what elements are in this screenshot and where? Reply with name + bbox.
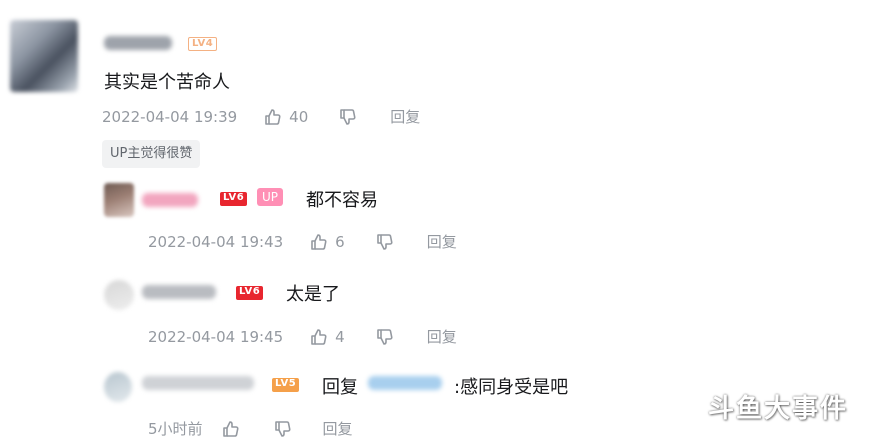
like-button[interactable]: 4	[309, 327, 345, 347]
username-blurred[interactable]	[142, 285, 216, 299]
reply-button[interactable]: 回复	[390, 106, 420, 127]
reply-time: 2022-04-04 19:43	[148, 232, 284, 251]
reply-time: 5小时前	[148, 420, 203, 438]
dislike-button[interactable]	[273, 419, 293, 439]
thumb-down-icon	[274, 420, 291, 437]
thumb-up-icon	[265, 108, 281, 125]
reply-text: 都不容易	[306, 190, 378, 211]
thumb-up-icon	[311, 328, 327, 345]
comment-text: 其实是个苦命人	[104, 72, 230, 93]
avatar[interactable]	[104, 280, 134, 310]
like-button[interactable]: 6	[309, 232, 345, 252]
username-blurred[interactable]	[142, 376, 254, 390]
thumb-down-icon	[340, 108, 356, 125]
reply-button[interactable]: 回复	[427, 231, 457, 252]
reply-meta: 2022-04-04 19:45 4 回复	[148, 326, 457, 347]
reply-button[interactable]: 回复	[323, 418, 353, 439]
avatar[interactable]	[104, 183, 134, 217]
comment-time: 2022-04-04 19:39	[102, 107, 238, 126]
avatar[interactable]	[104, 372, 132, 402]
like-count: 6	[335, 232, 345, 251]
level-badge: LV6	[220, 192, 248, 206]
level-badge: LV6	[236, 286, 264, 300]
comment-meta: 2022-04-04 19:39 40 回复	[102, 106, 420, 127]
username-blurred[interactable]	[142, 193, 198, 207]
up-badge: UP	[257, 188, 284, 206]
like-count: 40	[289, 107, 309, 126]
reply-meta: 2022-04-04 19:43 6 回复	[148, 231, 457, 252]
dislike-button[interactable]	[375, 232, 395, 252]
reply-text-prefix: 回复	[322, 377, 358, 398]
username-blurred[interactable]	[104, 36, 172, 50]
reply-text: :感同身受是吧	[454, 377, 569, 398]
level-badge: LV5	[272, 378, 300, 392]
like-button[interactable]	[221, 419, 247, 439]
level-badge: LV4	[188, 37, 218, 51]
thumb-up-icon	[311, 233, 327, 250]
thumb-up-icon	[222, 420, 239, 437]
dislike-button[interactable]	[338, 107, 358, 127]
thumb-down-icon	[376, 328, 393, 345]
avatar[interactable]	[10, 20, 78, 92]
watermark: 斗鱼大事件	[708, 394, 849, 424]
thumb-down-icon	[376, 233, 393, 250]
up-liked-tag: UP主觉得很赞	[102, 140, 201, 168]
reply-text: 太是了	[286, 284, 340, 305]
like-count: 4	[335, 327, 345, 346]
dislike-button[interactable]	[375, 327, 395, 347]
reply-time: 2022-04-04 19:45	[148, 327, 284, 346]
mention-link-blurred[interactable]	[368, 376, 442, 390]
reply-button[interactable]: 回复	[427, 326, 457, 347]
like-button[interactable]: 40	[263, 107, 308, 127]
reply-meta: 5小时前 回复	[148, 418, 353, 439]
